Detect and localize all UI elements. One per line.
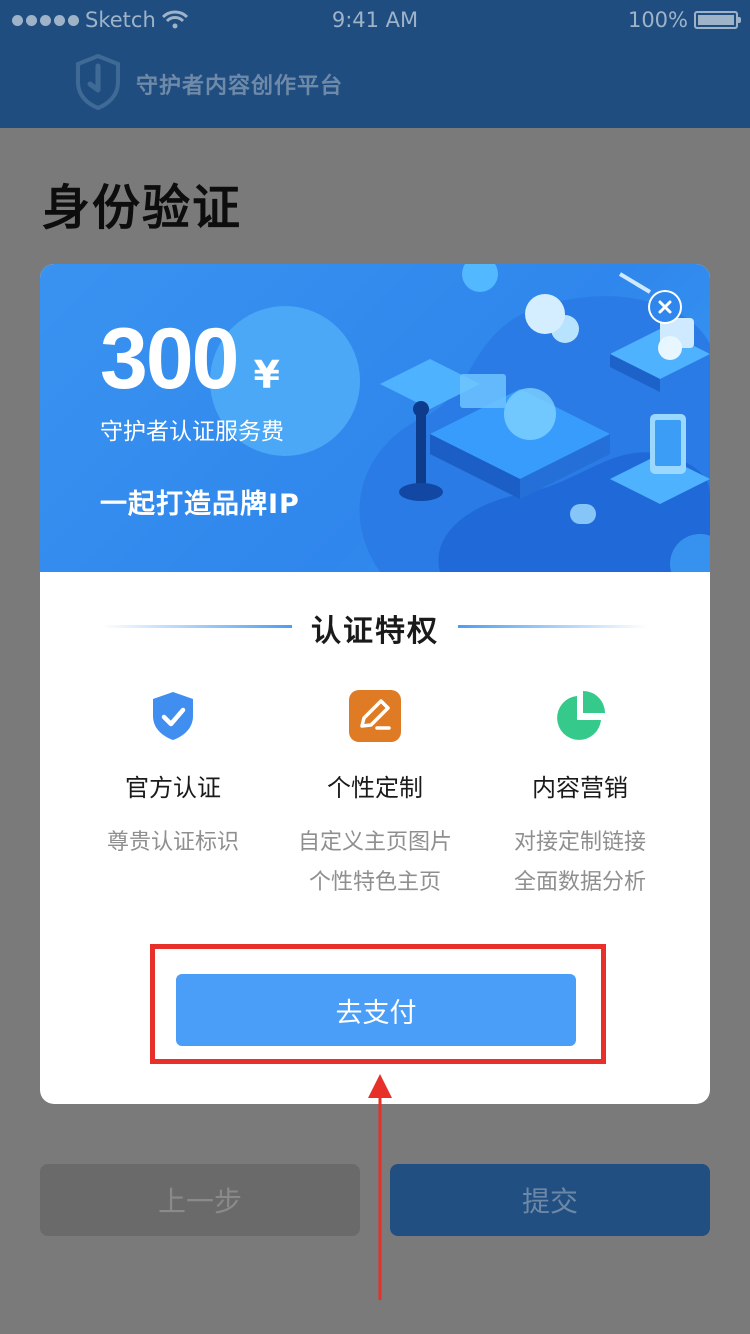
privileges-title: 认证特权 [311, 614, 439, 649]
app-title: 守护者内容创作平台 [136, 74, 344, 99]
feature-title: 官方认证 [125, 774, 221, 802]
shield-check-icon [153, 692, 193, 740]
fee-amount-row: 300 ¥ [100, 310, 280, 409]
feature-title: 内容营销 [532, 774, 628, 802]
fee-banner: 300 ¥ 守护者认证服务费 一起打造品牌IP [40, 264, 710, 572]
feature-description-line: 对接定制链接 [513, 830, 646, 855]
arrow-up-icon [368, 1074, 392, 1300]
feature-content-marketing: 内容营销 对接定制链接 全面数据分析 [467, 688, 693, 903]
feature-description-line: 个性特色主页 [308, 870, 441, 895]
battery-percent: 100% [627, 8, 688, 32]
feature-official-certification: 官方认证 尊贵认证标识 [60, 688, 286, 863]
fee-label: 守护者认证服务费 [100, 419, 284, 445]
privileges-list: 官方认证 尊贵认证标识 个性定制 自定义主页图片 个性特色主页 内容营销 对接定… [40, 688, 710, 908]
banner-slogan: 一起打造品牌IP [100, 489, 300, 520]
fee-amount: 300 [100, 311, 239, 407]
page-title: 身份验证 [42, 180, 243, 236]
feature-title: 个性定制 [327, 774, 423, 802]
feature-personalization: 个性定制 自定义主页图片 个性特色主页 [262, 688, 488, 903]
privileges-heading: 认证特权 [40, 606, 710, 649]
edit-icon [349, 690, 401, 742]
highlight-box [150, 944, 606, 1064]
heading-divider-right [458, 625, 648, 628]
previous-step-button[interactable]: 上一步 [40, 1164, 360, 1236]
feature-description-line: 自定义主页图片 [297, 830, 452, 855]
close-icon [650, 292, 680, 322]
close-button[interactable] [648, 290, 682, 324]
battery-icon [694, 11, 741, 29]
submit-button[interactable]: 提交 [390, 1164, 710, 1236]
feature-description: 自定义主页图片 个性特色主页 [262, 823, 488, 903]
feature-description-line: 尊贵认证标识 [106, 830, 239, 855]
app-header: 守护者内容创作平台 [0, 40, 750, 128]
feature-description: 尊贵认证标识 [60, 823, 286, 863]
pie-chart-icon [557, 691, 605, 740]
feature-description-line: 全面数据分析 [513, 870, 646, 895]
feature-description: 对接定制链接 全面数据分析 [467, 823, 693, 903]
currency-symbol: ¥ [253, 353, 280, 397]
status-right: 100% [627, 8, 741, 32]
shield-logo-icon [76, 54, 120, 110]
status-bar: Sketch 9:41 AM 100% [0, 0, 750, 40]
